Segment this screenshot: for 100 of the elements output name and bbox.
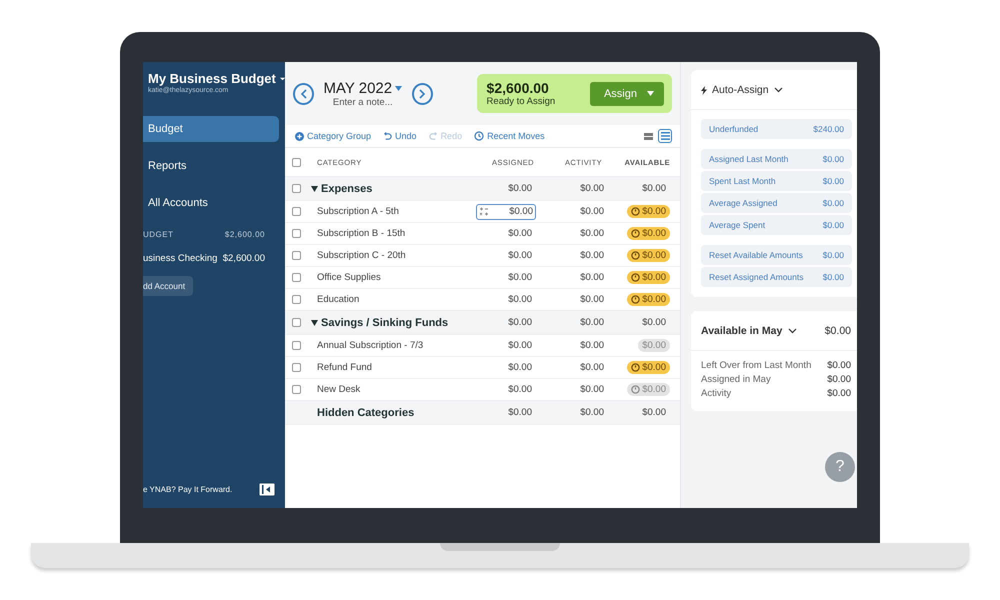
month-note-field[interactable]: Enter a note...: [322, 96, 403, 108]
ready-amount: $2,600.00: [486, 80, 550, 96]
auto-assign-option[interactable]: Average Spent $0.00: [701, 215, 852, 235]
chevron-right-icon: [418, 88, 426, 98]
caret-icon: [647, 91, 654, 96]
assigned-amount[interactable]: $0.00: [504, 294, 536, 305]
category-name[interactable]: Education: [307, 294, 458, 305]
collapse-triangle-icon[interactable]: [311, 320, 318, 326]
collapse-sidebar-icon[interactable]: [259, 483, 275, 496]
checkbox[interactable]: [292, 318, 300, 327]
nav-item[interactable]: All Accounts: [143, 190, 279, 216]
group-available: $0.00: [641, 317, 667, 328]
assigned-amount[interactable]: $0.00: [504, 228, 536, 239]
activity-amount[interactable]: $0.00: [536, 206, 604, 217]
next-month-button[interactable]: [412, 82, 433, 104]
category-name[interactable]: Subscription A - 5th: [307, 206, 458, 217]
checkbox[interactable]: [292, 184, 300, 193]
checkbox[interactable]: [292, 207, 300, 216]
ready-label: Ready to Assign: [486, 96, 556, 107]
assigned-amount[interactable]: $0.00: [504, 340, 536, 351]
referral-link[interactable]: e YNAB? Pay It Forward.: [143, 485, 232, 494]
activity-amount[interactable]: $0.00: [536, 294, 604, 305]
toolbar-action[interactable]: Recent Moves: [474, 131, 545, 141]
group-assigned: $0.00: [507, 317, 533, 328]
activity-amount[interactable]: $0.00: [536, 250, 604, 261]
group-assigned: $0.00: [507, 407, 533, 418]
nav-item[interactable]: Budget: [143, 116, 279, 142]
checkbox[interactable]: [292, 229, 300, 238]
account-name[interactable]: usiness Checking: [143, 253, 218, 264]
clock-icon: [631, 273, 640, 282]
toolbar-action[interactable]: Undo: [383, 131, 417, 141]
clock-icon: [631, 385, 640, 394]
checkbox[interactable]: [292, 385, 300, 394]
group-name[interactable]: Expenses: [321, 182, 372, 194]
nav-item[interactable]: Reports: [143, 153, 279, 179]
assigned-amount[interactable]: $0.00: [504, 384, 536, 395]
clock-icon: [631, 251, 640, 260]
auto-assign-option[interactable]: Reset Assigned Amounts $0.00: [701, 267, 852, 287]
compact-view-icon: [644, 132, 652, 140]
checkbox[interactable]: [292, 341, 300, 350]
card-title[interactable]: Available in May: [701, 325, 782, 337]
chevron-down-icon[interactable]: [788, 328, 798, 334]
budget-name[interactable]: My Business Budget: [148, 71, 276, 86]
activity-amount[interactable]: $0.00: [536, 272, 604, 283]
checkbox[interactable]: [292, 273, 300, 282]
chevron-left-icon: [300, 88, 307, 98]
assigned-input[interactable]: $0.00: [476, 204, 536, 220]
month-title[interactable]: MAY 2022: [323, 80, 392, 96]
activity-amount[interactable]: $0.00: [536, 384, 604, 395]
available-pill[interactable]: $0.00: [627, 361, 670, 374]
category-name[interactable]: New Desk: [307, 384, 458, 395]
activity-amount[interactable]: $0.00: [536, 362, 604, 373]
auto-assign-option[interactable]: Average Assigned $0.00: [701, 193, 852, 213]
clock-icon: [631, 207, 640, 216]
auto-assign-option[interactable]: Reset Available Amounts $0.00: [701, 245, 852, 265]
group-assigned: $0.00: [507, 183, 533, 194]
group-name[interactable]: Hidden Categories: [307, 406, 458, 418]
summary-label: Assigned in May: [701, 374, 771, 385]
checkbox[interactable]: [292, 295, 300, 304]
assigned-amount[interactable]: $0.00: [504, 250, 536, 261]
clock-icon: [631, 295, 640, 304]
checkbox[interactable]: [292, 251, 300, 260]
add-account-button[interactable]: dd Account: [143, 276, 194, 296]
category-name[interactable]: Subscription C - 20th: [307, 250, 458, 261]
checkbox[interactable]: [292, 158, 300, 166]
group-available: $0.00: [641, 407, 667, 418]
activity-amount[interactable]: $0.00: [536, 340, 604, 351]
auto-assign-option[interactable]: Spent Last Month $0.00: [701, 171, 852, 191]
clock-icon: [631, 229, 640, 238]
available-pill[interactable]: $0.00: [627, 271, 670, 284]
toolbar-action[interactable]: Category Group: [295, 131, 372, 141]
available-pill[interactable]: $0.00: [627, 227, 670, 240]
group-name[interactable]: Savings / Sinking Funds: [321, 316, 448, 328]
auto-assign-option[interactable]: Underfunded $240.00: [701, 119, 852, 139]
category-name[interactable]: Office Supplies: [307, 272, 458, 283]
summary-amount: $0.00: [827, 388, 851, 399]
auto-assign-option[interactable]: Assigned Last Month $0.00: [701, 149, 852, 169]
activity-amount[interactable]: $0.00: [536, 228, 604, 239]
previous-month-button[interactable]: [293, 82, 314, 104]
available-pill[interactable]: $0.00: [627, 205, 670, 218]
group-activity: $0.00: [579, 407, 604, 418]
view-toggle[interactable]: [658, 129, 672, 143]
summary-label: Left Over from Last Month: [701, 360, 812, 371]
collapse-triangle-icon[interactable]: [311, 186, 318, 192]
section-label[interactable]: UDGET: [143, 230, 174, 239]
assigned-amount[interactable]: $0.00: [504, 362, 536, 373]
section-total: $2,600.00: [224, 230, 265, 239]
clock-icon: [631, 363, 640, 372]
card-title[interactable]: Auto-Assign: [712, 84, 769, 96]
available-pill[interactable]: $0.00: [627, 249, 670, 262]
summary-amount: $0.00: [827, 374, 851, 385]
chevron-down-icon[interactable]: [774, 87, 783, 93]
assigned-amount[interactable]: $0.00: [504, 272, 536, 283]
lightning-icon: [701, 86, 707, 94]
category-name[interactable]: Refund Fund: [307, 362, 458, 373]
category-name[interactable]: Annual Subscription - 7/3: [307, 340, 458, 351]
available-pill[interactable]: $0.00: [627, 293, 670, 306]
history-icon: [474, 131, 484, 141]
checkbox[interactable]: [292, 363, 300, 372]
category-name[interactable]: Subscription B - 15th: [307, 228, 458, 239]
